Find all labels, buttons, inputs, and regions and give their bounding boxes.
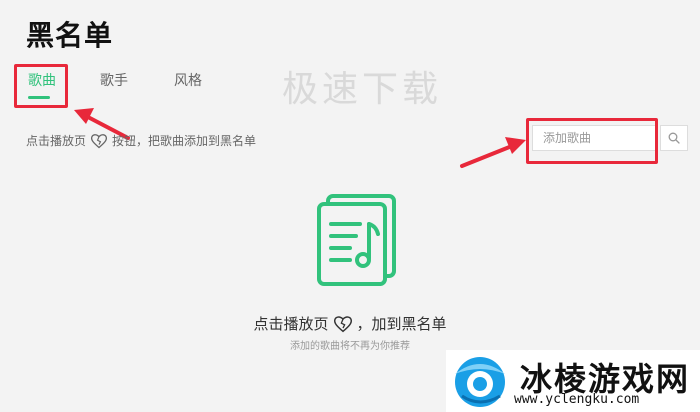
empty-title-before: 点击播放页 [253,315,329,333]
empty-state-title: 点击播放页 ，加到黑名单 [0,313,700,334]
empty-title-after: ，加到黑名单 [356,315,447,333]
search-button[interactable] [660,125,688,151]
broken-heart-icon [90,133,108,148]
site-logo-url: www.yclengku.com [514,392,640,407]
search-icon [668,132,680,144]
site-logo: 冰棱游戏网 www.yclengku.com [446,350,700,412]
music-files-icon [317,194,396,286]
highlight-box-search [526,118,658,164]
hint-text-after: 按钮，把歌曲添加到黑名单 [112,134,257,148]
hint-text-before: 点击播放页 [26,134,87,148]
blacklist-hint: 点击播放页 按钮，把歌曲添加到黑名单 [26,132,256,149]
broken-heart-icon [333,315,352,332]
site-logo-icon [455,357,505,407]
